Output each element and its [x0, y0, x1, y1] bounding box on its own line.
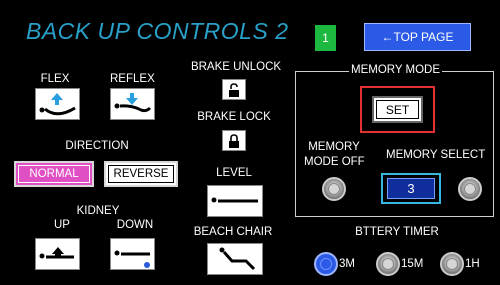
- direction-normal-button[interactable]: NORMAL: [14, 161, 94, 187]
- flex-label: FLEX: [40, 73, 70, 85]
- brake-lock-label: BRAKE LOCK: [197, 111, 271, 123]
- memory-mode-off-label-line2: MODE OFF: [304, 156, 365, 168]
- memory-mode-title: MEMORY MODE: [349, 64, 443, 76]
- beach-chair-icon: [219, 247, 256, 271]
- flex-icon: [39, 93, 76, 116]
- kidney-label: KIDNEY: [76, 205, 120, 217]
- battery-timer-3m-radio[interactable]: [314, 252, 338, 276]
- beach-chair-button[interactable]: [207, 243, 263, 275]
- battery-timer-15m-radio[interactable]: [376, 252, 400, 276]
- kidney-up-icon: [39, 247, 74, 259]
- memory-set-button[interactable]: SET: [372, 96, 423, 123]
- kidney-up-button[interactable]: [35, 238, 80, 270]
- kidney-down-button[interactable]: [110, 238, 155, 270]
- radio-dot-icon: [446, 258, 458, 270]
- memory-mode-off-label: MEMORY MODE OFF: [304, 140, 365, 170]
- reflex-button[interactable]: [110, 88, 155, 120]
- brake-unlock-label: BRAKE UNLOCK: [190, 61, 282, 73]
- lock-icon: [229, 133, 239, 148]
- memory-mode-off-label-line1: MEMORY: [308, 141, 360, 153]
- reflex-icon: [114, 93, 152, 113]
- beach-chair-label: BEACH CHAIR: [193, 226, 273, 238]
- level-icon: [211, 197, 258, 203]
- battery-timer-3m-label: 3M: [339, 258, 355, 270]
- kidney-down-label: DOWN: [116, 219, 154, 231]
- page-title: BACK UP CONTROLS 2: [26, 18, 289, 44]
- battery-timer-label: BTTERY TIMER: [355, 226, 439, 238]
- radio-dot-icon: [464, 183, 476, 195]
- flex-button[interactable]: [35, 88, 80, 120]
- memory-set-frame: SET: [360, 86, 435, 133]
- reflex-label: REFLEX: [110, 73, 155, 85]
- level-label: LEVEL: [216, 167, 252, 179]
- top-page-button[interactable]: ←TOP PAGE: [364, 23, 471, 51]
- battery-timer-15m-label: 15M: [401, 258, 424, 270]
- unlock-icon: [229, 82, 239, 97]
- battery-timer-1h-label: 1H: [465, 258, 480, 270]
- kidney-up-label: UP: [54, 219, 70, 231]
- memory-select-display[interactable]: 3: [381, 173, 441, 204]
- direction-label: DIRECTION: [65, 140, 129, 152]
- radio-dot-icon: [320, 258, 332, 270]
- brake-unlock-button[interactable]: [222, 79, 246, 100]
- kidney-down-icon: [114, 250, 150, 268]
- brake-lock-button[interactable]: [222, 130, 246, 151]
- memory-select-radio[interactable]: [458, 177, 482, 201]
- memory-mode-off-radio[interactable]: [322, 177, 346, 201]
- direction-reverse-button[interactable]: REVERSE: [104, 161, 178, 187]
- page-indicator: 1: [315, 25, 336, 51]
- level-button[interactable]: [207, 185, 263, 217]
- battery-timer-1h-radio[interactable]: [440, 252, 464, 276]
- radio-dot-icon: [328, 183, 340, 195]
- memory-select-label: MEMORY SELECT: [386, 149, 486, 161]
- memory-select-value: 3: [387, 178, 435, 199]
- radio-dot-icon: [382, 258, 394, 270]
